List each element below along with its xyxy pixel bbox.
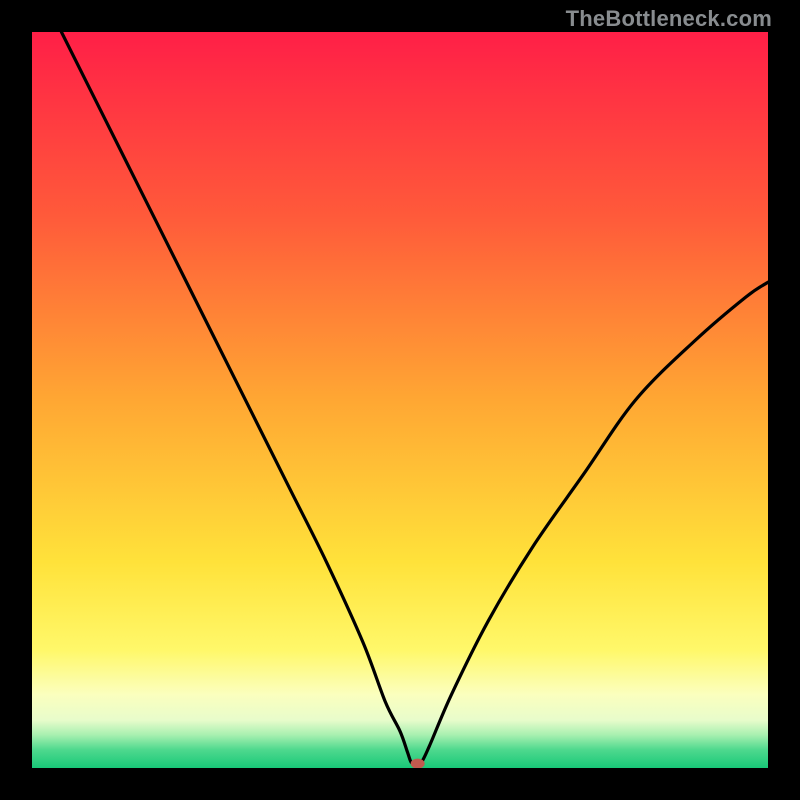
gradient-rect	[32, 32, 768, 768]
watermark-text: TheBottleneck.com	[566, 6, 772, 32]
plot-background	[32, 32, 768, 768]
chart-frame: TheBottleneck.com	[0, 0, 800, 800]
